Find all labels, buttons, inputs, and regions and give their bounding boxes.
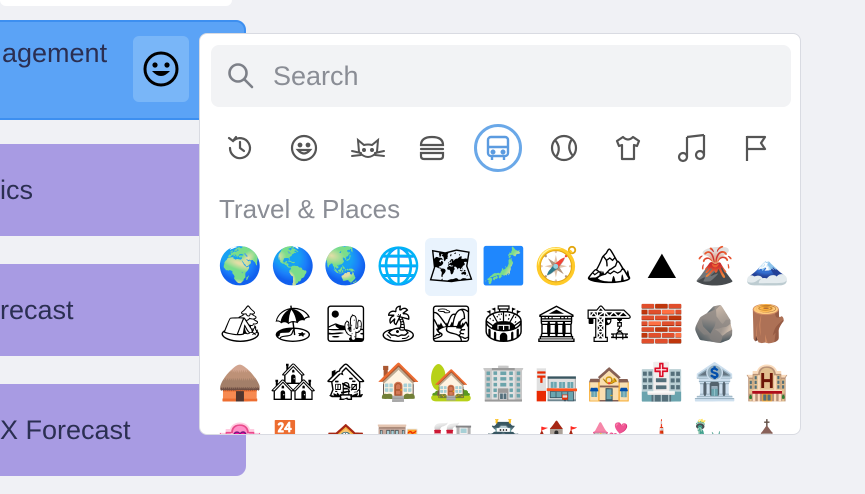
emoji-grid: 🌍🌎🌏🌐🗺🗾🧭🏔⛰🌋🗻 🏕🏖🏜🏝🏞🏟🏛🏗🧱🪨🪵 🛖🏘🏚🏠🏡🏢🏣🏤🏥🏦🏨 🏩🏪🏫🏬🏭🏯🏰… bbox=[214, 238, 794, 435]
emoji-picker-button[interactable] bbox=[133, 36, 189, 102]
emoji-item[interactable]: 🏫 bbox=[319, 412, 372, 435]
search-icon bbox=[228, 63, 254, 89]
shirt-icon bbox=[615, 135, 641, 161]
emoji-item[interactable]: 🗼 bbox=[636, 412, 689, 435]
clock-history-icon bbox=[227, 135, 252, 160]
emoji-item[interactable]: 🏝 bbox=[372, 296, 425, 354]
emoji-item[interactable]: 🌐 bbox=[372, 238, 425, 296]
emoji-picker-panel: Travel & Places 🌍🌎🌏🌐🗺🗾🧭🏔⛰🌋🗻 🏕🏖🏜🏝🏞🏟🏛🏗🧱🪨🪵 🛖🏘… bbox=[199, 33, 801, 435]
emoji-item[interactable]: 🗾 bbox=[477, 238, 530, 296]
emoji-item[interactable]: 🏟 bbox=[477, 296, 530, 354]
category-symbols[interactable] bbox=[670, 126, 714, 170]
emoji-item[interactable]: 🏥 bbox=[636, 354, 689, 412]
emoji-item[interactable]: 🏯 bbox=[477, 412, 530, 435]
category-tabs bbox=[218, 124, 778, 172]
category-food[interactable] bbox=[410, 126, 454, 170]
emoji-item[interactable]: 🧱 bbox=[636, 296, 689, 354]
emoji-item[interactable]: 🏪 bbox=[267, 412, 320, 435]
emoji-item[interactable]: 🏖 bbox=[267, 296, 320, 354]
emoji-item[interactable]: 💒 bbox=[583, 412, 636, 435]
category-animals[interactable] bbox=[346, 126, 390, 170]
emoji-item[interactable]: 🌎 bbox=[267, 238, 320, 296]
category-activities[interactable] bbox=[542, 126, 586, 170]
previous-card-edge bbox=[0, 0, 232, 6]
emoji-item[interactable]: 🏗 bbox=[583, 296, 636, 354]
category-flags[interactable] bbox=[734, 126, 778, 170]
emoji-item[interactable]: 🪨 bbox=[688, 296, 741, 354]
emoji-item[interactable]: 🏚 bbox=[319, 354, 372, 412]
emoji-item[interactable]: 🏞 bbox=[425, 296, 478, 354]
emoji-item[interactable]: 🏦 bbox=[688, 354, 741, 412]
emoji-item[interactable]: 🧭 bbox=[530, 238, 583, 296]
emoji-item[interactable]: 🗽 bbox=[688, 412, 741, 435]
card-label: agement bbox=[2, 38, 108, 68]
search-bar bbox=[211, 45, 791, 107]
emoji-item[interactable]: 🏛 bbox=[530, 296, 583, 354]
emoji-item[interactable]: 🏠 bbox=[372, 354, 425, 412]
card-label: ics bbox=[0, 174, 33, 205]
emoji-item[interactable]: 🗻 bbox=[741, 238, 794, 296]
emoji-item[interactable]: 🏡 bbox=[425, 354, 478, 412]
emoji-item[interactable]: 🏨 bbox=[741, 354, 794, 412]
bus-icon bbox=[486, 135, 510, 160]
emoji-item[interactable]: 🏔 bbox=[583, 238, 636, 296]
burger-icon bbox=[419, 135, 445, 161]
section-title: Travel & Places bbox=[219, 194, 401, 224]
card-label: recast bbox=[0, 294, 74, 325]
emoji-item[interactable]: 🌏 bbox=[319, 238, 372, 296]
emoji-item[interactable]: 🌍 bbox=[214, 238, 267, 296]
emoji-item[interactable]: 🏤 bbox=[583, 354, 636, 412]
search-input[interactable] bbox=[271, 59, 755, 93]
emoji-item[interactable]: 🏩 bbox=[214, 412, 267, 435]
smiley-icon bbox=[143, 51, 179, 87]
emoji-item[interactable]: 🏣 bbox=[530, 354, 583, 412]
emoji-item[interactable]: 🛖 bbox=[214, 354, 267, 412]
emoji-item[interactable]: 🏘 bbox=[267, 354, 320, 412]
category-travel[interactable] bbox=[474, 124, 522, 172]
category-recent[interactable] bbox=[218, 126, 262, 170]
smiley-icon bbox=[290, 134, 318, 162]
cat-icon bbox=[351, 137, 385, 158]
flag-icon bbox=[745, 135, 767, 161]
category-smileys[interactable] bbox=[282, 126, 326, 170]
emoji-item[interactable]: 🏭 bbox=[425, 412, 478, 435]
emoji-item[interactable]: 🏰 bbox=[530, 412, 583, 435]
emoji-item[interactable]: 🏬 bbox=[372, 412, 425, 435]
ball-icon bbox=[550, 134, 578, 162]
card-label: X Forecast bbox=[0, 414, 131, 445]
emoji-item[interactable]: 🏜 bbox=[319, 296, 372, 354]
emoji-item[interactable]: 🏕 bbox=[214, 296, 267, 354]
music-note-icon bbox=[677, 133, 706, 163]
emoji-item[interactable]: 🗺 bbox=[424, 238, 478, 296]
emoji-item[interactable]: ⛪ bbox=[741, 412, 794, 435]
emoji-item[interactable]: 🏢 bbox=[477, 354, 530, 412]
emoji-item[interactable]: 🪵 bbox=[741, 296, 794, 354]
emoji-item[interactable]: ⛰ bbox=[636, 238, 689, 296]
emoji-item[interactable]: 🌋 bbox=[688, 238, 741, 296]
category-objects[interactable] bbox=[606, 126, 650, 170]
